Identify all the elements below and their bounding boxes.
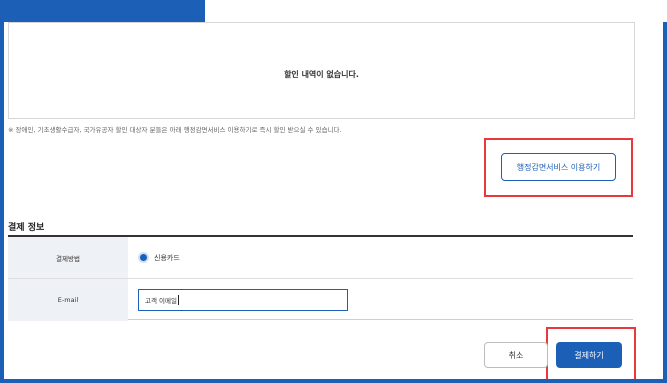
discount-history-box: 할인 내역이 없습니다. [8, 22, 635, 119]
admin-reduction-service-button[interactable]: 행정감면서비스 이용하기 [501, 153, 616, 181]
payment-method-label: 결제방법 [8, 237, 128, 278]
credit-card-label[interactable]: 신용카드 [154, 253, 180, 263]
email-cell: 고객 이메일 [128, 279, 633, 321]
top-banner-white-area [205, 0, 667, 22]
credit-card-radio[interactable] [138, 252, 149, 263]
top-banner [0, 0, 667, 22]
email-input-value: 고객 이메일 [145, 297, 177, 305]
payment-info-title: 결제 정보 [8, 223, 45, 233]
payment-method-row: 결제방법 신용카드 [8, 237, 633, 279]
payment-method-cell: 신용카드 [128, 237, 633, 278]
cancel-button[interactable]: 취소 [484, 342, 548, 368]
email-row: E-mail 고객 이메일 [8, 279, 633, 321]
email-input[interactable]: 고객 이메일 [138, 289, 348, 311]
pay-button[interactable]: 결제하기 [556, 342, 622, 368]
payment-panel: 할인 내역이 없습니다. ※ 장애인, 기초생활수급자, 국가유공자 할인 대상… [4, 22, 663, 379]
payment-info-table: 결제방법 신용카드 E-mail 고객 이메일 [8, 235, 633, 321]
discount-notice: ※ 장애인, 기초생활수급자, 국가유공자 할인 대상자 분들은 아래 행정감면… [8, 126, 342, 134]
discount-empty-message: 할인 내역이 없습니다. [284, 70, 359, 79]
email-label: E-mail [8, 279, 128, 321]
text-cursor [177, 295, 179, 305]
